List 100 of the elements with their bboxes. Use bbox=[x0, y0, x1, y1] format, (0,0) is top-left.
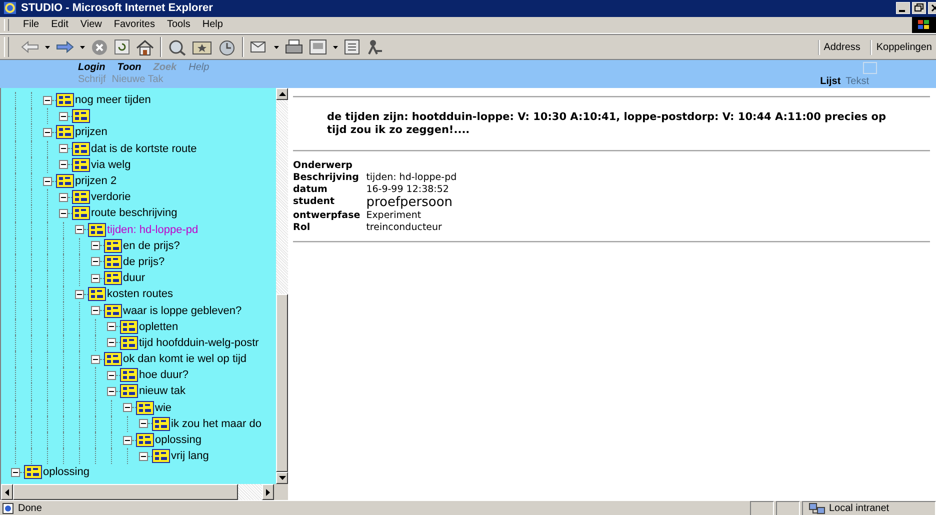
collapse-icon[interactable] bbox=[75, 225, 84, 234]
collapse-icon[interactable] bbox=[43, 176, 52, 186]
view-tab[interactable]: Lijst bbox=[820, 76, 841, 88]
collapse-icon[interactable] bbox=[91, 354, 100, 364]
node-icon[interactable] bbox=[136, 400, 154, 415]
collapse-icon[interactable] bbox=[43, 96, 52, 105]
node-icon[interactable] bbox=[72, 158, 90, 172]
nav-link[interactable]: Login bbox=[78, 62, 106, 74]
print-icon[interactable] bbox=[285, 39, 303, 56]
menu-item[interactable]: Tools bbox=[160, 19, 196, 30]
tree-item[interactable]: wie bbox=[155, 402, 172, 414]
tree-item[interactable]: waar is loppe gebleven? bbox=[123, 304, 242, 317]
node-icon[interactable] bbox=[152, 449, 170, 464]
dropdown-caret-icon[interactable] bbox=[45, 46, 50, 49]
messenger-icon[interactable] bbox=[366, 39, 384, 56]
tree-item[interactable]: nog meer tijden bbox=[75, 94, 151, 106]
tree-item[interactable]: ik zou het maar do bbox=[171, 418, 262, 430]
horizontal-scrollbar[interactable] bbox=[1, 484, 288, 500]
tree-item[interactable]: opletten bbox=[139, 320, 178, 333]
collapse-icon[interactable] bbox=[139, 452, 148, 461]
tree-item[interactable]: verdorie bbox=[91, 191, 131, 204]
menu-item[interactable]: Help bbox=[196, 19, 229, 30]
node-icon[interactable] bbox=[136, 433, 154, 448]
tree-item[interactable]: vrij lang bbox=[171, 450, 209, 462]
node-icon[interactable] bbox=[72, 206, 90, 220]
tree-item[interactable]: en de prijs? bbox=[123, 240, 180, 252]
collapse-icon[interactable] bbox=[11, 468, 20, 477]
node-icon[interactable] bbox=[104, 271, 122, 286]
node-icon[interactable] bbox=[120, 336, 138, 350]
collapse-icon[interactable] bbox=[59, 208, 68, 218]
collapse-icon[interactable] bbox=[123, 403, 132, 412]
node-icon[interactable] bbox=[104, 304, 122, 318]
history-icon[interactable] bbox=[218, 38, 236, 56]
collapse-icon[interactable] bbox=[43, 128, 52, 137]
search-icon[interactable] bbox=[168, 38, 186, 56]
tree-item[interactable]: hoe duur? bbox=[139, 369, 189, 382]
collapse-icon[interactable] bbox=[91, 241, 100, 250]
node-icon[interactable] bbox=[72, 190, 90, 204]
collapse-icon[interactable] bbox=[91, 257, 100, 266]
back-arrow-icon[interactable] bbox=[21, 40, 39, 54]
right-arrow-icon[interactable] bbox=[266, 488, 270, 496]
menu-item[interactable]: Favorites bbox=[108, 19, 161, 30]
node-icon[interactable] bbox=[56, 125, 74, 140]
tree-item[interactable]: route beschrijving bbox=[91, 207, 178, 220]
vertical-scrollbar[interactable] bbox=[276, 88, 288, 484]
collapse-icon[interactable] bbox=[107, 370, 116, 380]
collapse-icon[interactable] bbox=[75, 290, 84, 299]
node-icon[interactable] bbox=[56, 93, 74, 108]
down-arrow-icon[interactable] bbox=[278, 476, 286, 480]
tree-item[interactable]: via welg bbox=[91, 158, 131, 171]
menu-item[interactable]: Edit bbox=[45, 19, 74, 30]
node-icon[interactable] bbox=[88, 287, 106, 302]
up-arrow-icon[interactable] bbox=[278, 92, 286, 96]
node-icon[interactable] bbox=[72, 142, 90, 156]
stop-icon[interactable] bbox=[91, 38, 108, 56]
tree-item[interactable]: de prijs? bbox=[123, 256, 165, 268]
collapse-icon[interactable] bbox=[123, 436, 132, 445]
tree-item[interactable]: ok dan komt ie wel op tijd bbox=[123, 353, 247, 366]
collapse-icon[interactable] bbox=[139, 419, 148, 428]
collapse-icon[interactable] bbox=[59, 112, 68, 121]
collapse-icon[interactable] bbox=[91, 306, 100, 316]
links-button[interactable]: Koppelingen bbox=[870, 40, 936, 55]
minimize-icon[interactable] bbox=[896, 2, 910, 14]
node-icon[interactable] bbox=[24, 465, 42, 480]
discuss-icon[interactable] bbox=[344, 39, 360, 56]
node-icon[interactable] bbox=[120, 384, 138, 398]
node-icon[interactable] bbox=[72, 109, 90, 124]
forward-arrow-icon[interactable] bbox=[56, 40, 74, 54]
node-icon[interactable] bbox=[120, 368, 138, 382]
tree-item[interactable]: tijd hoofdduin-welg-postr bbox=[139, 336, 259, 349]
tree-item[interactable]: dat is de kortste route bbox=[91, 142, 197, 155]
tree-item[interactable]: tijden: hd-loppe-pd bbox=[107, 224, 198, 236]
tree-item[interactable]: duur bbox=[123, 272, 146, 284]
mail-icon[interactable] bbox=[250, 39, 268, 56]
collapse-icon[interactable] bbox=[59, 144, 68, 154]
edit-icon[interactable] bbox=[309, 39, 327, 56]
node-icon[interactable] bbox=[56, 174, 74, 188]
collapse-icon[interactable] bbox=[107, 386, 116, 396]
restore-icon[interactable] bbox=[912, 2, 926, 14]
collapse-icon[interactable] bbox=[59, 192, 68, 202]
collapse-icon[interactable] bbox=[107, 322, 116, 332]
tree-item[interactable]: kosten routes bbox=[107, 288, 174, 300]
node-icon[interactable] bbox=[104, 352, 122, 366]
favorites-icon[interactable] bbox=[192, 39, 212, 56]
left-arrow-icon[interactable] bbox=[5, 488, 9, 496]
menu-item[interactable]: View bbox=[74, 19, 108, 30]
tree-item[interactable]: prijzen bbox=[75, 126, 108, 138]
dropdown-caret-icon[interactable] bbox=[333, 46, 338, 49]
tree-item[interactable]: nieuw tak bbox=[139, 385, 186, 398]
node-icon[interactable] bbox=[104, 254, 122, 269]
tree-item[interactable]: prijzen 2 bbox=[75, 175, 117, 188]
collapse-icon[interactable] bbox=[91, 274, 100, 283]
node-icon[interactable] bbox=[88, 222, 106, 237]
dropdown-caret-icon[interactable] bbox=[80, 46, 85, 49]
home-icon[interactable] bbox=[136, 38, 154, 56]
collapse-icon[interactable] bbox=[107, 338, 116, 348]
tree-item[interactable]: oplossing bbox=[43, 466, 90, 478]
nav-link[interactable]: Toon bbox=[117, 62, 142, 74]
collapse-icon[interactable] bbox=[59, 160, 68, 170]
menu-item[interactable]: File bbox=[17, 19, 46, 30]
